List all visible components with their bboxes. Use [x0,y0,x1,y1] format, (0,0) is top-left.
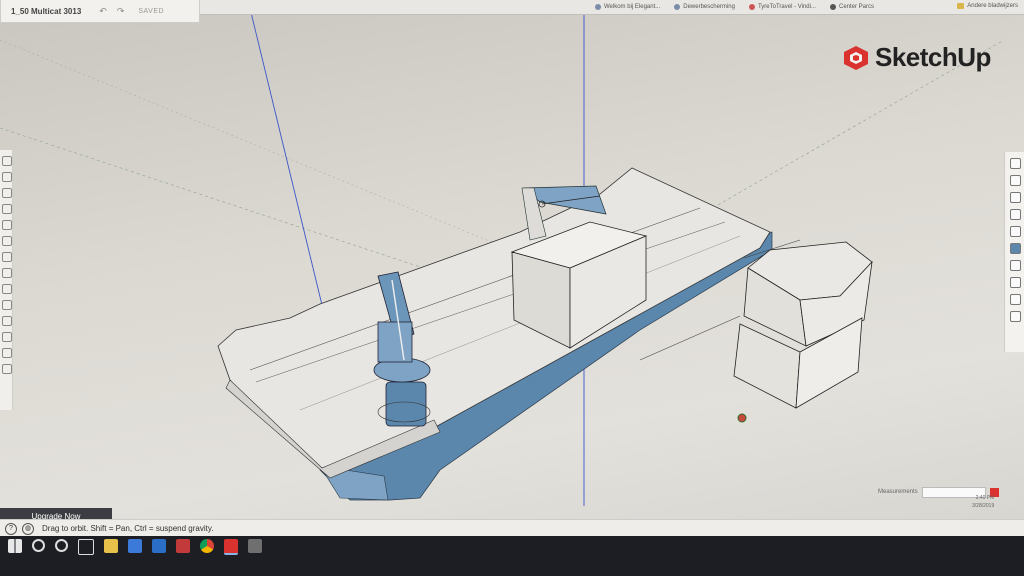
measurements-label: Measurements [878,489,918,495]
materials-icon[interactable] [1010,209,1021,220]
status-bar: ? ◍ Drag to orbit. Shift = Pan, Ctrl = s… [0,519,1024,537]
sketchup-logo: SketchUp [842,42,991,73]
components-icon[interactable] [1010,192,1021,203]
clock-date: 3/28/2019 [972,503,995,509]
bookmark-icon [748,4,755,10]
push-pull-icon[interactable] [2,236,12,246]
scale-icon[interactable] [2,284,12,294]
browser-bookmarks-bar: Welkom bij Elegant... Dewerbescherming T… [195,0,1024,15]
redo-icon[interactable]: ↷ [117,6,125,17]
clock-time: 2:40 PM [975,495,995,501]
left-toolbar [0,150,13,410]
file-explorer-icon[interactable] [104,539,118,553]
chrome-icon[interactable] [200,539,214,553]
brand-name: SketchUp [875,42,991,72]
blue-axis-line [247,0,331,339]
text-icon[interactable] [2,332,12,342]
mail-icon[interactable] [152,539,166,553]
bookmark-icon [829,4,836,10]
layers-icon[interactable] [1010,243,1021,254]
entity-info-icon[interactable] [1010,158,1021,169]
display-icon[interactable] [1010,294,1021,305]
bookmark-icon [595,4,601,10]
sketchup-app-icon[interactable] [224,539,238,555]
outliner-icon[interactable] [1010,311,1021,322]
line-icon[interactable] [2,188,12,198]
model-title: 1_50 Multicat 3013 [11,6,82,16]
task-view-icon[interactable] [78,539,94,555]
model-title-box: 1_50 Multicat 3013 ↶ ↷ SAVED [0,0,200,23]
bookmark-item[interactable]: Welkom bij Elegant... [595,4,660,10]
rotate-icon[interactable] [2,268,12,278]
instructor-icon[interactable] [1010,175,1021,186]
paint-icon[interactable] [2,348,12,358]
select-icon[interactable] [2,156,12,166]
tape-icon[interactable] [2,316,12,326]
sketchup-logo-icon [842,44,870,72]
arc-icon[interactable] [2,204,12,214]
status-hint: Drag to orbit. Shift = Pan, Ctrl = suspe… [42,524,214,533]
right-panel-toolbar [1004,152,1024,352]
cortana-icon[interactable] [55,539,68,552]
orbit-icon[interactable] [2,364,12,374]
shadows-icon[interactable] [1010,277,1021,288]
ground-line [639,315,741,361]
globe-icon[interactable]: ◍ [22,522,34,535]
other-bookmarks[interactable]: Andere bladwijzers [957,3,1018,9]
eraser-icon[interactable] [2,172,12,182]
red-axis-guide [0,39,541,263]
windows-taskbar [0,536,1024,576]
store-icon[interactable] [128,539,142,553]
offset-icon[interactable] [2,300,12,310]
bookmark-item[interactable]: Center Parcs [829,4,874,10]
screen: Welkom bij Elegant... Dewerbescherming T… [0,0,1024,576]
orbit-cursor-icon [737,413,747,423]
media-icon[interactable] [176,539,190,553]
system-clock: 2:40 PM 3/28/2019 [972,494,994,510]
model-viewport[interactable] [0,0,1024,576]
styles-icon[interactable] [1010,226,1021,237]
fore-crane-head [377,321,413,363]
move-icon[interactable] [2,252,12,262]
windows-start-icon[interactable] [8,539,22,553]
undo-icon[interactable]: ↶ [99,6,107,17]
folder-icon [957,3,965,9]
bookmark-item[interactable]: Dewerbescherming [674,4,735,10]
bookmark-item[interactable]: TyreToTravel - Vindi... [748,4,816,10]
rectangle-icon[interactable] [2,220,12,230]
calculator-icon[interactable] [248,539,262,553]
scenes-icon[interactable] [1010,260,1021,271]
save-status: SAVED [138,7,165,15]
wordpress-icon [674,4,681,10]
help-icon[interactable]: ? [5,522,17,535]
search-icon[interactable] [32,539,45,552]
